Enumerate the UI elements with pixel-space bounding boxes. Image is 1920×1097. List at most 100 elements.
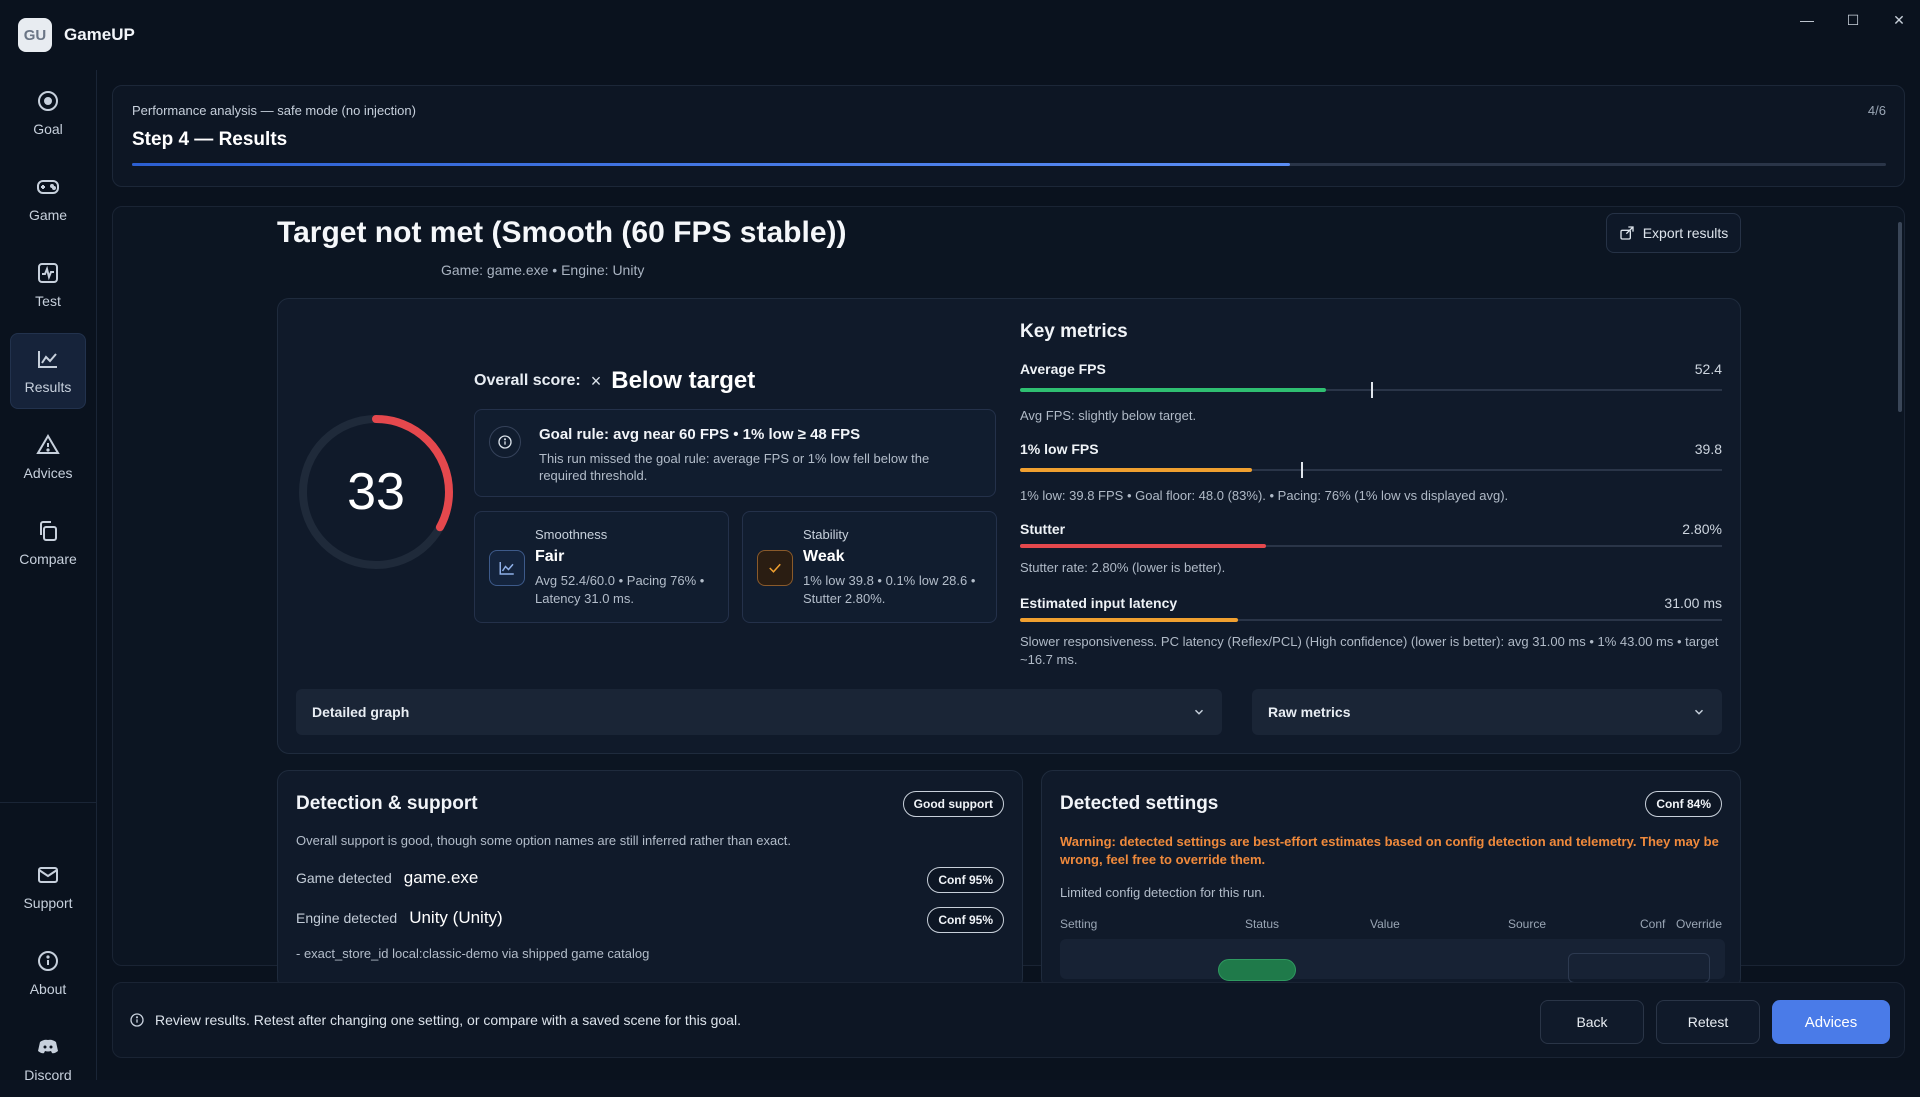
smoothness-value: Fair [535,548,564,566]
column-header: Source [1508,917,1546,931]
overall-score: Overall score: × Below target [474,367,755,395]
step-progress-bar [132,163,1886,166]
column-header: Override [1676,917,1722,931]
pulse-icon [36,261,60,285]
metric-bar [1020,619,1722,621]
sidebar-item-goal[interactable]: Goal [10,75,86,151]
goal-rule-title: Goal rule: avg near 60 FPS • 1% low ≥ 48… [539,426,860,443]
metric-name: Estimated input latency [1020,595,1177,611]
sidebar-item-label: Game [29,207,67,223]
detection-support-panel: Detection & support Good support Overall… [277,770,1023,990]
sidebar-item-label: About [30,981,67,997]
metric-bar-fill [1020,388,1326,392]
sidebar-divider [0,802,96,803]
sidebar-item-support[interactable]: Support [10,849,86,925]
sidebar-item-label: Compare [19,551,77,567]
goal-rule-desc: This run missed the goal rule: average F… [539,450,979,484]
goal-rule-card: Goal rule: avg near 60 FPS • 1% low ≥ 48… [474,409,996,497]
metric-input-latency: Estimated input latency 31.00 ms Slower … [1020,595,1722,675]
sidebar-item-game[interactable]: Game [10,161,86,237]
target-icon [36,89,60,113]
metric-stutter: Stutter 2.80% Stutter rate: 2.80% (lower… [1020,521,1722,581]
override-select[interactable] [1568,953,1710,983]
close-icon: ✕ [1893,12,1905,29]
metric-bar-fill [1020,544,1266,548]
share-icon [1619,225,1635,241]
engine-detected-value: Unity (Unity) [409,908,503,928]
sidebar-item-label: Discord [24,1067,71,1083]
table-row[interactable] [1060,939,1725,979]
smoothness-card: Smoothness Fair Avg 52.4/60.0 • Pacing 7… [474,511,729,623]
info-icon [36,949,60,973]
close-button[interactable]: ✕ [1879,10,1919,30]
sidebar-item-discord[interactable]: Discord [10,1021,86,1097]
content-scrollbar[interactable] [1898,222,1902,412]
export-results-label: Export results [1643,225,1729,241]
status-toggle[interactable] [1218,959,1296,981]
minimize-icon: — [1800,12,1814,28]
sidebar-item-test[interactable]: Test [10,247,86,323]
mail-icon [36,863,60,887]
metric-name: 1% low FPS [1020,441,1099,457]
sidebar-item-about[interactable]: About [10,935,86,1011]
settings-title: Detected settings [1060,793,1218,815]
metric-bar [1020,389,1722,391]
game-conf-badge: Conf 95% [927,867,1004,893]
stability-label: Stability [803,527,849,542]
check-icon [757,550,793,586]
export-results-button[interactable]: Export results [1606,213,1741,253]
settings-conf-badge: Conf 84% [1645,791,1722,817]
minimize-button[interactable]: — [1787,10,1827,30]
store-id-line: - exact_store_id local:classic-demo via … [296,946,649,961]
sidebar-item-results[interactable]: Results [10,333,86,409]
score-status: Below target [611,367,755,395]
step-subtitle: Performance analysis — safe mode (no inj… [132,103,416,118]
detailed-graph-label: Detailed graph [312,704,409,720]
engine-detected-row: Engine detected Unity (Unity) [296,908,503,928]
metric-value: 31.00 ms [1664,595,1722,611]
detailed-graph-toggle[interactable]: Detailed graph [296,689,1222,735]
back-button[interactable]: Back [1540,1000,1644,1044]
stability-desc: 1% low 39.8 • 0.1% low 28.6 • Stutter 2.… [803,572,988,608]
engine-detected-label: Engine detected [296,910,397,926]
title-bar: GU GameUP — ☐ ✕ [0,0,1920,70]
metric-bar [1020,469,1722,471]
info-icon [489,426,521,458]
metric-bar-fill [1020,618,1238,622]
maximize-button[interactable]: ☐ [1833,10,1873,30]
stability-card: Stability Weak 1% low 39.8 • 0.1% low 28… [742,511,997,623]
footer-info-text: Review results. Retest after changing on… [155,1012,741,1028]
chart-icon [36,347,60,371]
metric-value: 39.8 [1695,441,1722,457]
sidebar-item-compare[interactable]: Compare [10,505,86,581]
chevron-down-icon [1192,705,1206,719]
detection-title: Detection & support [296,793,478,815]
metric-name: Average FPS [1020,361,1106,377]
retest-button[interactable]: Retest [1656,1000,1760,1044]
close-x-icon: × [591,371,602,392]
results-card: 33 Overall score: × Below target Goal ru… [277,298,1741,754]
step-counter: 4/6 [1868,103,1886,118]
chart-icon [489,550,525,586]
sidebar: Goal Game Test Results Advices Compare S… [0,70,97,1080]
smoothness-label: Smoothness [535,527,607,542]
game-detected-value: game.exe [404,868,479,888]
page-title: Target not met (Smooth (60 FPS stable)) [277,216,847,250]
smoothness-desc: Avg 52.4/60.0 • Pacing 76% • Latency 31.… [535,572,720,608]
raw-metrics-label: Raw metrics [1268,704,1350,720]
footer-bar: Review results. Retest after changing on… [112,982,1905,1058]
raw-metrics-toggle[interactable]: Raw metrics [1252,689,1722,735]
footer-info: Review results. Retest after changing on… [129,1012,741,1028]
settings-warning: Warning: detected settings are best-effo… [1060,833,1725,869]
metric-target-marker [1301,462,1303,478]
app-logo: GU [18,18,52,52]
sidebar-item-label: Goal [33,121,63,137]
step-title: Step 4 — Results [132,129,287,151]
sidebar-item-advices[interactable]: Advices [10,419,86,495]
app-window: GU GameUP — ☐ ✕ Goal Game Test Results A… [0,0,1920,1080]
maximize-icon: ☐ [1847,12,1860,29]
detected-settings-panel: Detected settings Conf 84% Warning: dete… [1041,770,1741,990]
column-header: Conf [1640,917,1665,931]
metric-desc: Stutter rate: 2.80% (lower is better). [1020,559,1722,577]
advices-button[interactable]: Advices [1772,1000,1890,1044]
